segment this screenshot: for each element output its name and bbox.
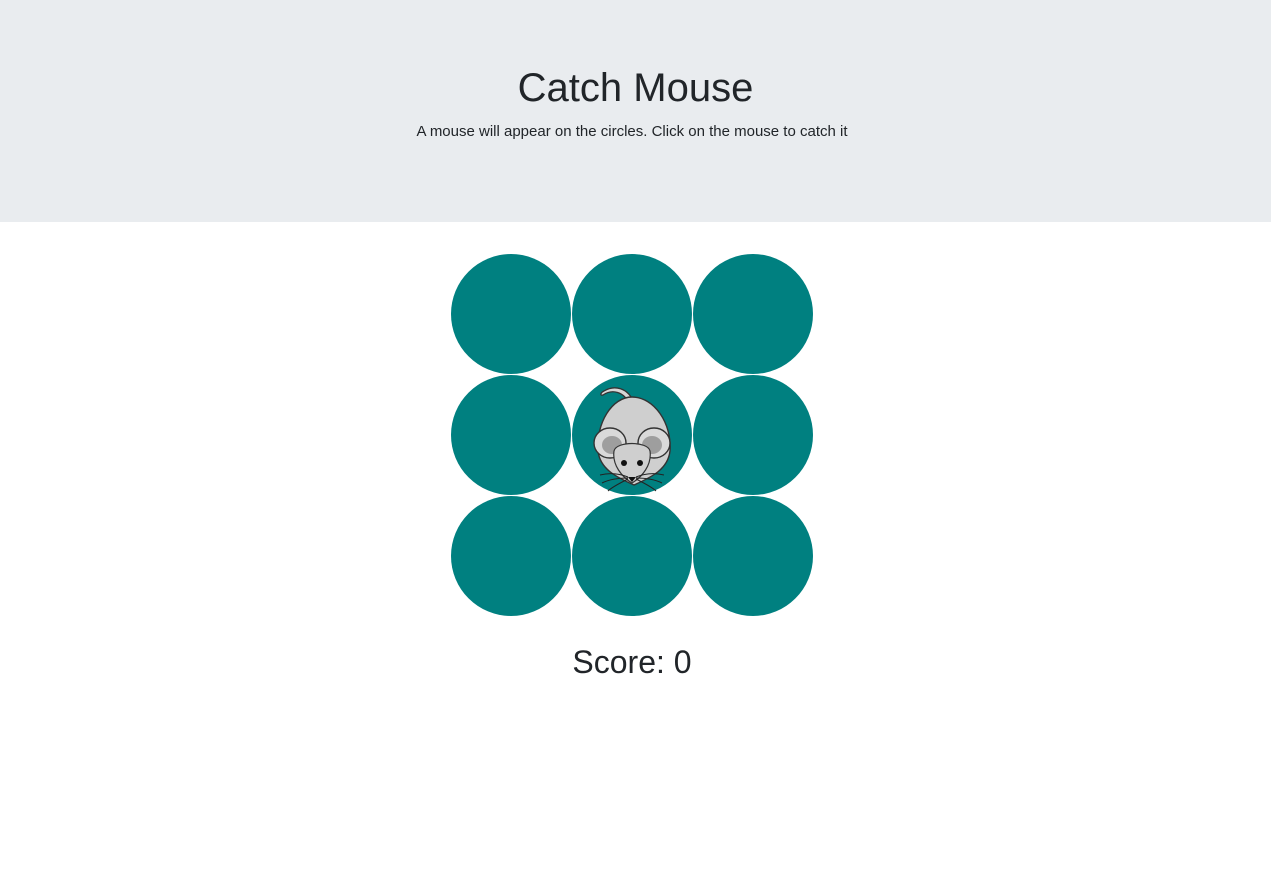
hole-5[interactable] bbox=[572, 375, 692, 495]
hole-8[interactable] bbox=[572, 496, 692, 616]
game-board bbox=[451, 254, 814, 617]
page-title: Catch Mouse bbox=[517, 66, 754, 110]
hole-6[interactable] bbox=[693, 375, 813, 495]
hole-7[interactable] bbox=[451, 496, 571, 616]
header-banner: Catch Mouse A mouse will appear on the c… bbox=[0, 0, 1271, 222]
score-display: Score: 0 bbox=[572, 644, 692, 680]
hole-2[interactable] bbox=[572, 254, 692, 374]
hole-4[interactable] bbox=[451, 375, 571, 495]
hole-9[interactable] bbox=[693, 496, 813, 616]
page-instructions: A mouse will appear on the circles. Clic… bbox=[416, 123, 848, 140]
hole-3[interactable] bbox=[693, 254, 813, 374]
mouse-icon[interactable] bbox=[590, 381, 674, 493]
hole-1[interactable] bbox=[451, 254, 571, 374]
